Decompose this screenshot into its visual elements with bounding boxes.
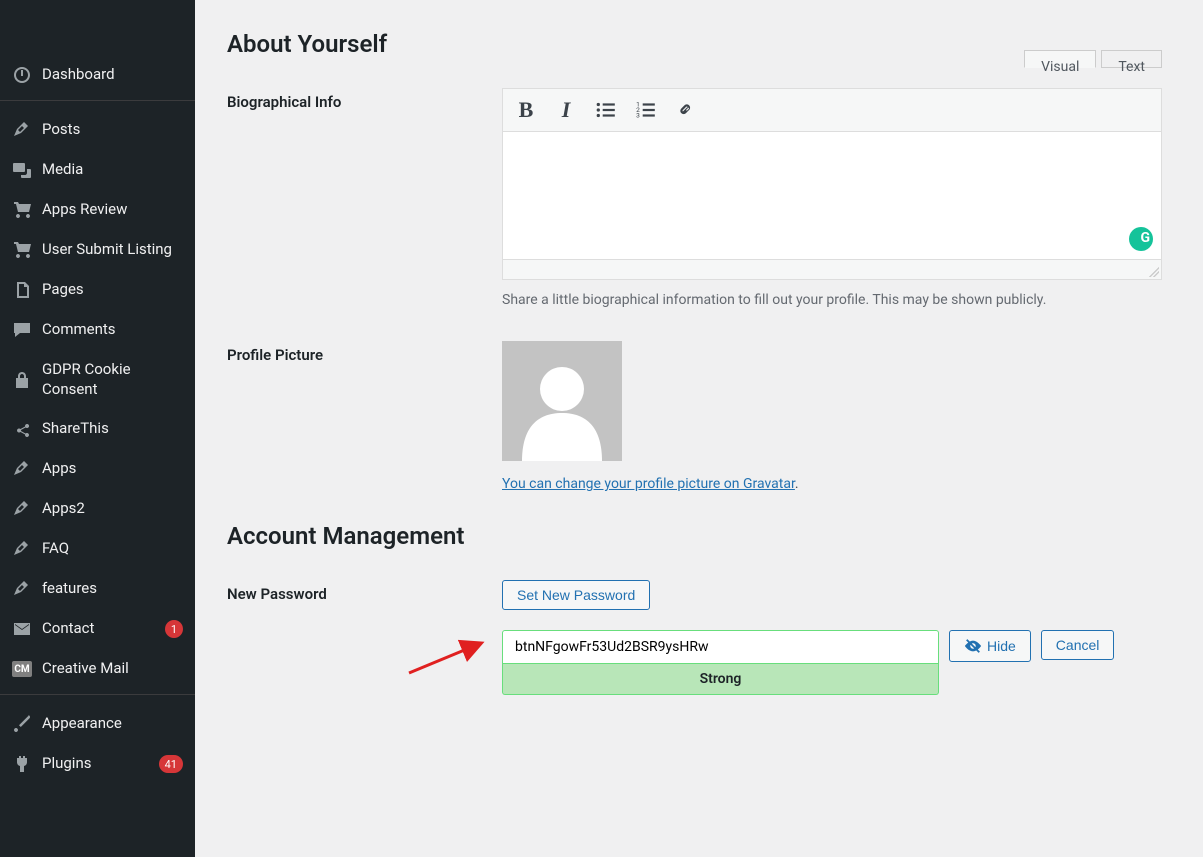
- sidebar-item-dashboard[interactable]: Dashboard: [0, 55, 195, 95]
- cm-icon: CM: [12, 659, 32, 679]
- editor-tab-visual[interactable]: Visual: [1024, 50, 1096, 68]
- sidebar-item-label: features: [42, 579, 183, 599]
- sidebar-item-label: FAQ: [42, 539, 183, 559]
- grammarly-icon[interactable]: [1129, 227, 1153, 251]
- sidebar-item-gdpr[interactable]: GDPR Cookie Consent: [0, 350, 195, 409]
- comment-icon: [12, 320, 32, 340]
- editor-toolbar: B I 123: [503, 89, 1161, 132]
- section-heading-account: Account Management: [227, 522, 1171, 550]
- sidebar-item-appearance[interactable]: Appearance: [0, 704, 195, 744]
- sidebar-item-posts[interactable]: Posts: [0, 110, 195, 150]
- sidebar-item-label: Contact: [42, 619, 160, 639]
- sidebar-item-label: Apps Review: [42, 200, 183, 220]
- sidebar-item-label: Comments: [42, 320, 183, 340]
- hide-password-button[interactable]: Hide: [949, 630, 1031, 662]
- sidebar-item-apps2[interactable]: Apps2: [0, 489, 195, 529]
- sidebar-item-label: Posts: [42, 120, 183, 140]
- avatar-placeholder: [502, 341, 622, 461]
- gravatar-link[interactable]: You can change your profile picture on G…: [502, 476, 795, 492]
- sidebar-separator: [0, 694, 195, 704]
- pin-icon: [12, 120, 32, 140]
- bio-editor: B I 123: [502, 88, 1162, 280]
- sidebar-item-contact[interactable]: Contact 1: [0, 609, 195, 649]
- sidebar-item-label: Dashboard: [42, 65, 183, 85]
- sidebar-item-label: Apps2: [42, 499, 183, 519]
- bio-text-area[interactable]: [503, 132, 1161, 259]
- sidebar-item-user-submit-listing[interactable]: User Submit Listing: [0, 230, 195, 270]
- editor-resize-handle[interactable]: [503, 259, 1161, 279]
- sidebar-item-label: Appearance: [42, 714, 183, 734]
- sidebar-item-label: Creative Mail: [42, 659, 183, 679]
- dashboard-icon: [12, 65, 32, 85]
- sidebar-item-faq[interactable]: FAQ: [0, 529, 195, 569]
- bio-description: Share a little biographical information …: [502, 290, 1162, 311]
- share-icon: [12, 419, 32, 439]
- brush-icon: [12, 714, 32, 734]
- new-password-label: New Password: [227, 580, 502, 603]
- arrow-annotation-icon: [404, 638, 489, 678]
- bio-info-label: Biographical Info: [227, 88, 502, 111]
- sidebar-item-plugins[interactable]: Plugins 41: [0, 744, 195, 784]
- password-strength-indicator: Strong: [502, 664, 939, 695]
- pages-icon: [12, 280, 32, 300]
- profile-picture-label: Profile Picture: [227, 341, 502, 364]
- cancel-password-button[interactable]: Cancel: [1041, 630, 1115, 660]
- notification-badge: 1: [165, 620, 183, 638]
- gravatar-text: You can change your profile picture on G…: [502, 476, 1162, 492]
- eye-slash-icon: [964, 637, 982, 655]
- bullet-list-button[interactable]: [595, 99, 617, 121]
- sidebar-item-label: Apps: [42, 459, 183, 479]
- sidebar-item-creative-mail[interactable]: CM Creative Mail: [0, 649, 195, 689]
- sidebar-item-label: User Submit Listing: [42, 240, 183, 260]
- notification-badge: 41: [159, 755, 183, 773]
- cart-icon: [12, 200, 32, 220]
- link-button[interactable]: [675, 99, 697, 121]
- editor-tab-text[interactable]: Text: [1101, 50, 1162, 68]
- sidebar-item-apps[interactable]: Apps: [0, 449, 195, 489]
- bold-button[interactable]: B: [515, 99, 537, 121]
- pin-icon: [12, 499, 32, 519]
- set-new-password-button[interactable]: Set New Password: [502, 580, 650, 610]
- cart-icon: [12, 240, 32, 260]
- sidebar-item-pages[interactable]: Pages: [0, 270, 195, 310]
- admin-sidebar: Dashboard Posts Media Apps Review User: [0, 0, 195, 857]
- sidebar-item-apps-review[interactable]: Apps Review: [0, 190, 195, 230]
- numbered-list-button[interactable]: 123: [635, 99, 657, 121]
- password-input[interactable]: [502, 630, 939, 664]
- sidebar-separator: [0, 100, 195, 110]
- mail-icon: [12, 619, 32, 639]
- sidebar-item-label: ShareThis: [42, 419, 183, 439]
- main-content: About Yourself Biographical Info Visual …: [195, 0, 1203, 857]
- italic-button[interactable]: I: [555, 99, 577, 121]
- sidebar-item-media[interactable]: Media: [0, 150, 195, 190]
- pin-icon: [12, 459, 32, 479]
- lock-icon: [12, 370, 32, 390]
- sidebar-item-label: Media: [42, 160, 183, 180]
- sidebar-item-features[interactable]: features: [0, 569, 195, 609]
- sidebar-item-comments[interactable]: Comments: [0, 310, 195, 350]
- media-icon: [12, 160, 32, 180]
- sidebar-item-label: GDPR Cookie Consent: [42, 360, 183, 399]
- plug-icon: [12, 754, 32, 774]
- pin-icon: [12, 539, 32, 559]
- pin-icon: [12, 579, 32, 599]
- sidebar-item-sharethis[interactable]: ShareThis: [0, 409, 195, 449]
- svg-text:3: 3: [636, 112, 640, 120]
- sidebar-item-label: Plugins: [42, 754, 154, 774]
- sidebar-item-label: Pages: [42, 280, 183, 300]
